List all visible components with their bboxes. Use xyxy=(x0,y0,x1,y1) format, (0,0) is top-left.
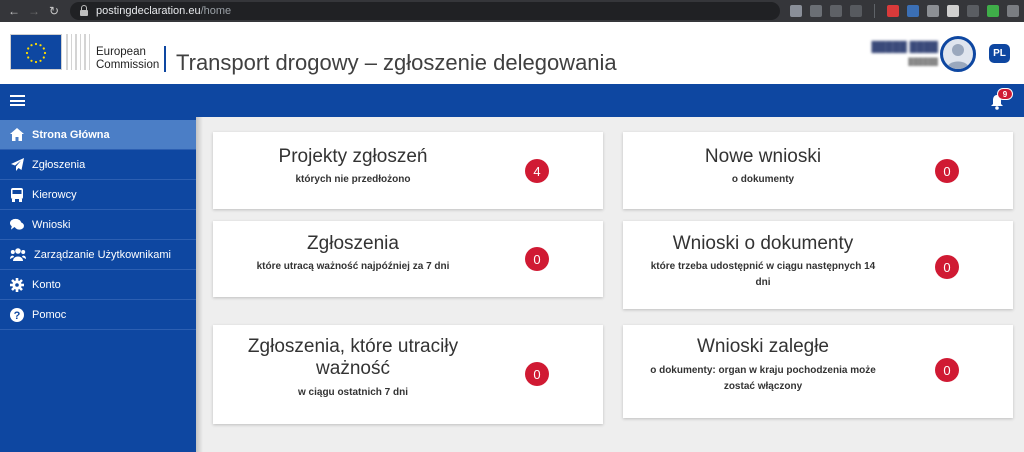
extension-icon[interactable] xyxy=(927,5,939,17)
sidebar-item-declarations[interactable]: Zgłoszenia xyxy=(0,150,196,180)
card-title: Projekty zgłoszeń xyxy=(278,146,428,167)
extension-icon[interactable] xyxy=(987,5,999,17)
extension-icon[interactable] xyxy=(830,5,842,17)
card-subtitle: w ciągu ostatnich 7 dni xyxy=(297,387,408,398)
home-icon xyxy=(10,128,24,142)
count-badge: 0 xyxy=(935,159,959,183)
extension-icon[interactable] xyxy=(1007,5,1019,17)
url-text: postingdeclaration.eu/home xyxy=(96,5,232,17)
card-title: Nowe wnioski xyxy=(704,146,822,167)
sidebar-item-home[interactable]: Strona Główna xyxy=(0,120,196,150)
user-role-redacted: ██████ xyxy=(908,59,938,66)
card-subtitle: których nie przedłożono xyxy=(295,174,411,185)
extension-icon[interactable] xyxy=(947,5,959,17)
org-name: European Commission xyxy=(96,46,160,71)
sidebar-item-label: Kierowcy xyxy=(32,188,77,201)
sidebar-item-requests[interactable]: Wnioski xyxy=(0,210,196,240)
card-overdue-requests[interactable]: Wnioski zaległe o dokumenty: organ w kra… xyxy=(623,325,1013,418)
count-badge: 0 xyxy=(935,255,959,279)
count-badge: 0 xyxy=(525,362,549,386)
paper-plane-icon xyxy=(10,158,24,172)
card-document-requests[interactable]: Wnioski o dokumenty które trzeba udostęp… xyxy=(623,221,1013,309)
card-subtitle: dni xyxy=(755,277,771,288)
sidebar-item-label: Konto xyxy=(32,278,61,291)
card-expired-declarations[interactable]: Zgłoszenia, które utraciły ważność w cią… xyxy=(213,325,603,424)
question-icon: ? xyxy=(10,307,24,322)
sidebar-item-help[interactable]: ? Pomoc xyxy=(0,300,196,330)
sidebar-item-label: Pomoc xyxy=(32,308,67,321)
back-icon[interactable]: ← xyxy=(4,0,24,22)
card-title: Zgłoszenia, które utraciły xyxy=(247,336,459,357)
page-title: Transport drogowy – zgłoszenie delegowan… xyxy=(176,50,617,75)
hamburger-menu-icon[interactable] xyxy=(10,95,25,106)
sidebar-item-drivers[interactable]: Kierowcy xyxy=(0,180,196,210)
extension-icon[interactable] xyxy=(967,5,979,17)
gear-icon xyxy=(10,277,24,292)
card-title: Wnioski o dokumenty xyxy=(672,233,854,254)
browser-toolbar: ← → ↻ postingdeclaration.eu/home xyxy=(0,0,1024,22)
card-subtitle: które utracą ważność najpóźniej za 7 dni xyxy=(256,261,450,272)
card-title: Zgłoszenia xyxy=(307,233,399,254)
user-info[interactable]: █████ ████ ██████ xyxy=(852,42,938,66)
language-selector[interactable]: PL xyxy=(989,44,1010,63)
svg-text:?: ? xyxy=(14,310,21,322)
card-subtitle: które trzeba udostępnić w ciągu następny… xyxy=(650,261,876,272)
card-new-requests[interactable]: Nowe wnioski o dokumenty 0 xyxy=(623,132,1013,209)
eu-flag-logo[interactable] xyxy=(10,34,62,70)
card-title: Wnioski zaległe xyxy=(697,336,829,357)
extension-icon[interactable] xyxy=(887,5,899,17)
extension-icon[interactable] xyxy=(850,5,862,17)
extension-icon[interactable] xyxy=(790,5,802,17)
lock-icon xyxy=(80,4,88,16)
eu-stars-icon xyxy=(25,42,47,64)
card-draft-declarations[interactable]: Projekty zgłoszeń których nie przedłożon… xyxy=(213,132,603,209)
site-header: European Commission Transport drogowy – … xyxy=(0,22,1024,84)
user-avatar[interactable] xyxy=(940,36,976,72)
sidebar-item-label: Zarządzanie Użytkownikami xyxy=(34,248,171,261)
card-subtitle: o dokumenty xyxy=(731,174,795,185)
reload-icon[interactable]: ↻ xyxy=(44,0,64,22)
app-toolbar: 9 xyxy=(0,84,1024,117)
extension-icon[interactable] xyxy=(907,5,919,17)
sidebar-item-label: Zgłoszenia xyxy=(32,158,86,171)
card-title: ważność xyxy=(316,358,390,379)
ec-logo-lines xyxy=(62,34,90,70)
count-badge: 0 xyxy=(935,358,959,382)
sidebar-item-label: Strona Główna xyxy=(32,128,110,141)
card-expiring-declarations[interactable]: Zgłoszenia które utracą ważność najpóźni… xyxy=(213,221,603,297)
notification-badge: 9 xyxy=(997,88,1013,100)
sidebar-item-label: Wnioski xyxy=(32,218,71,231)
extension-icon[interactable] xyxy=(810,5,822,17)
count-badge: 0 xyxy=(525,247,549,271)
card-subtitle: zostać włączony xyxy=(723,381,803,392)
chat-icon xyxy=(10,218,24,232)
address-bar[interactable]: postingdeclaration.eu/home xyxy=(70,2,780,20)
users-icon xyxy=(10,248,26,262)
extensions-tray xyxy=(790,4,1019,18)
sidebar: Strona Główna Zgłoszenia Kierowcy Wniosk… xyxy=(0,117,196,452)
forward-icon[interactable]: → xyxy=(24,0,44,22)
bus-icon xyxy=(10,187,24,202)
sidebar-item-account[interactable]: Konto xyxy=(0,270,196,300)
card-subtitle: o dokumenty: organ w kraju pochodzenia m… xyxy=(650,365,876,376)
count-badge: 4 xyxy=(525,159,549,183)
sidebar-item-user-management[interactable]: Zarządzanie Użytkownikami xyxy=(0,240,196,270)
user-name-redacted: █████ ████ xyxy=(871,42,938,53)
person-icon xyxy=(947,44,969,69)
